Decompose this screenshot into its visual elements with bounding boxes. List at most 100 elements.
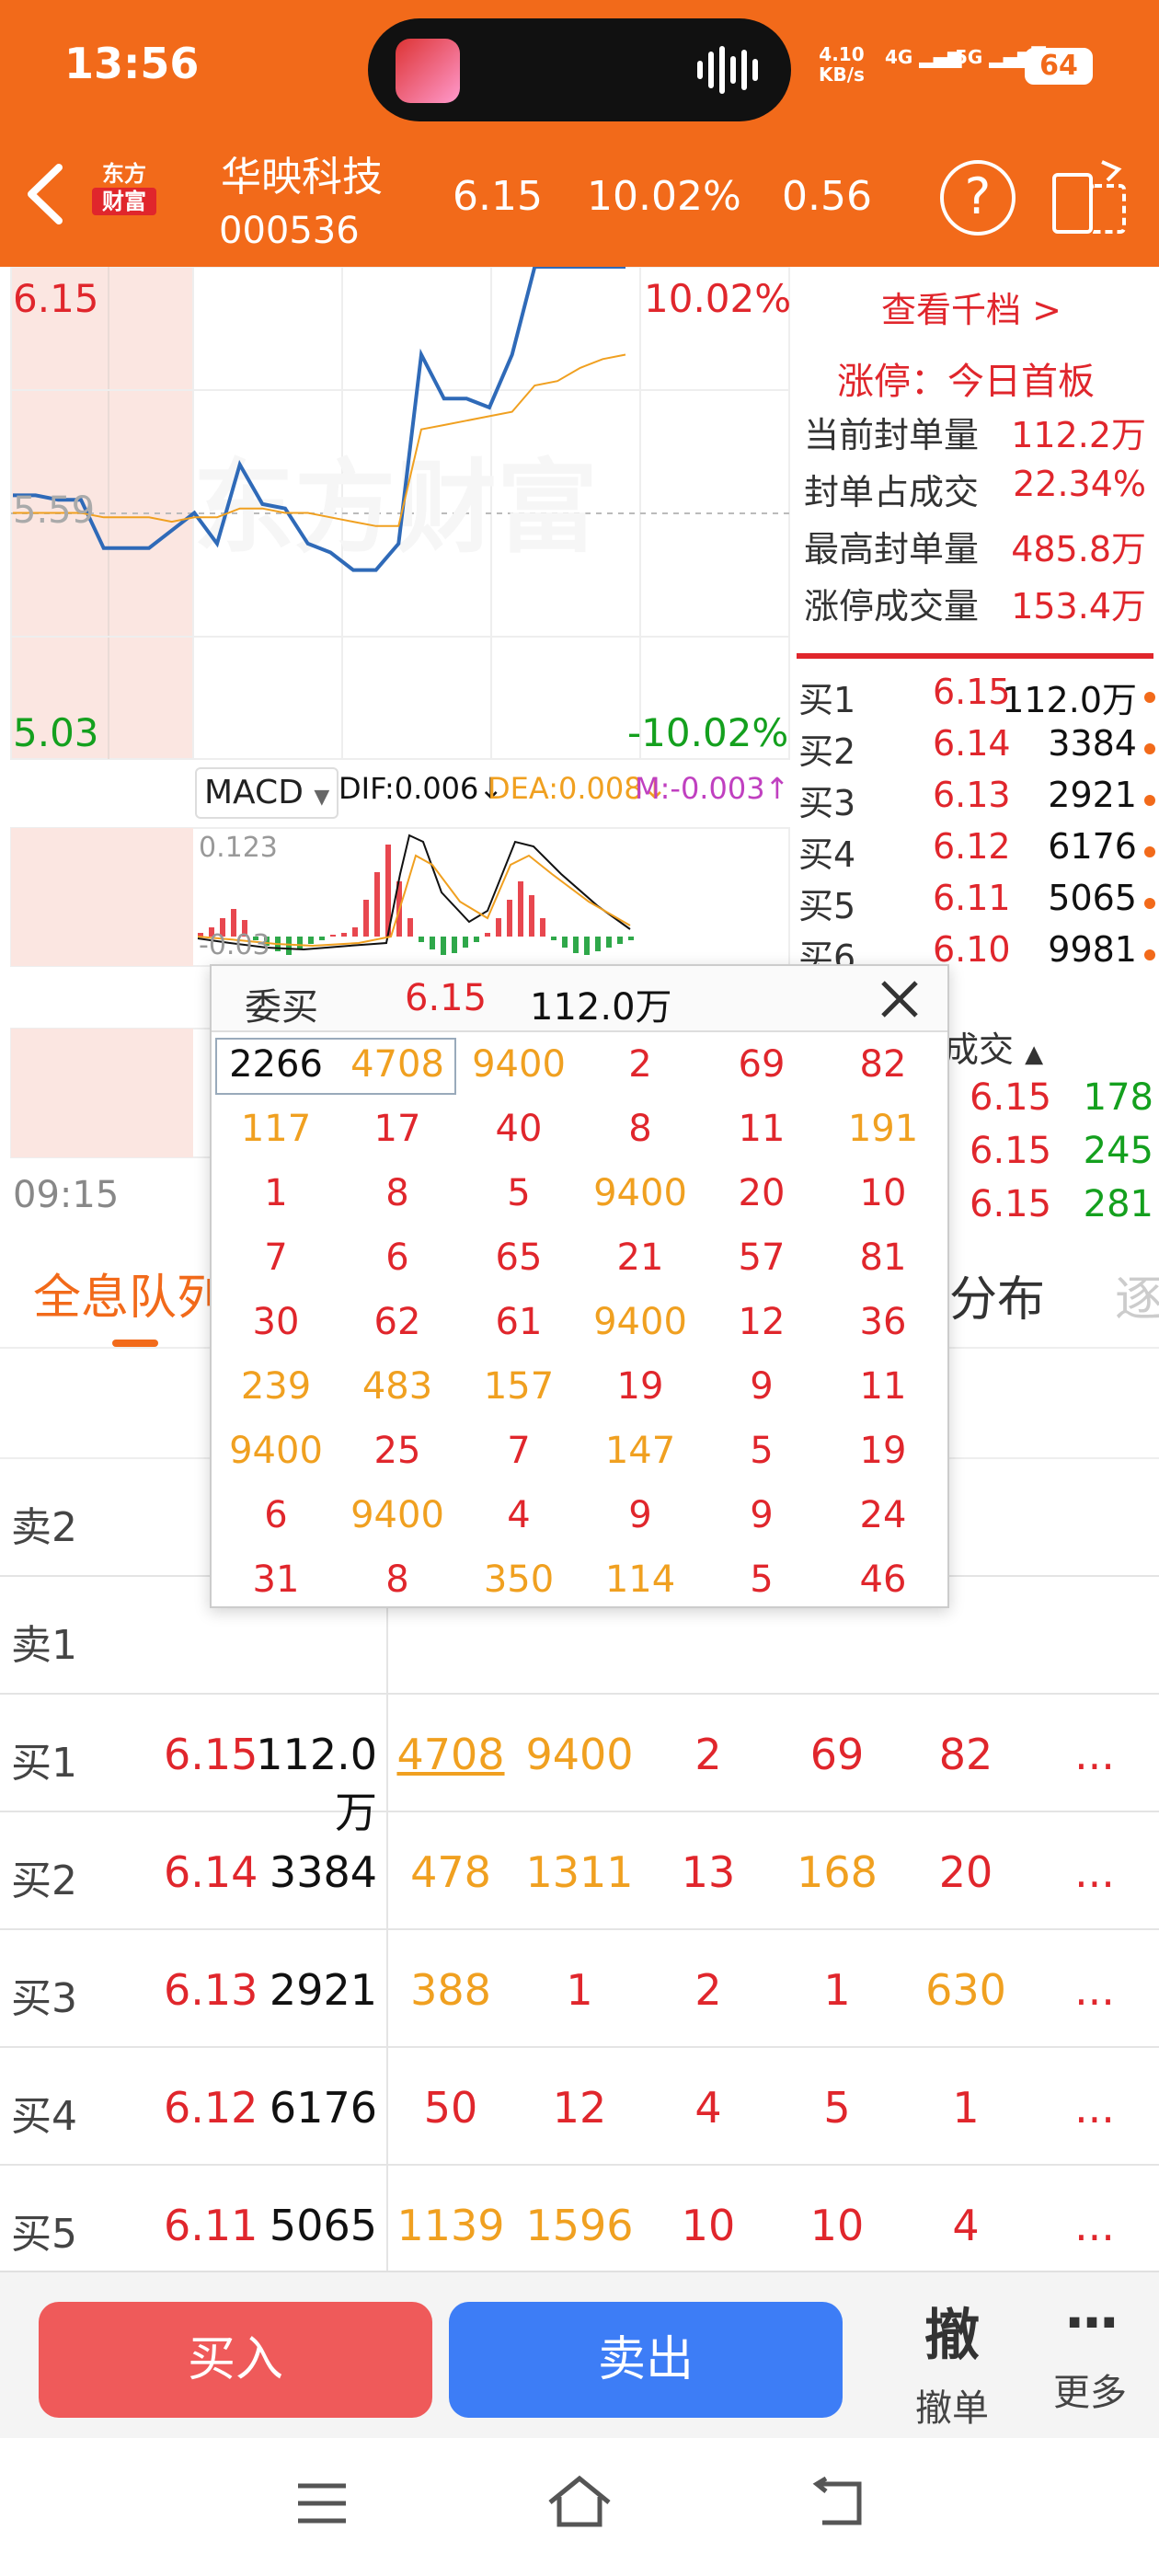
queue-row[interactable]: 买2 6.14 3384 478 1311 13 168 20... [0, 1812, 1159, 1930]
macd-bar [308, 937, 314, 944]
seal-row-value: 22.34% [1013, 464, 1146, 504]
queue-order: 1596 [525, 2201, 634, 2250]
more-orders-icon[interactable]: ... [1030, 1730, 1159, 1779]
popup-order-cell: 9 [628, 1494, 652, 1536]
orderbook-row: 买2 6.14 3384 [798, 723, 1155, 775]
switch-stock-icon[interactable] [1050, 158, 1130, 237]
queue-order: 1139 [396, 2201, 505, 2250]
brand-logo-line1: 东方 [102, 161, 146, 187]
queue-row[interactable]: 买4 6.12 6176 50 12 4 5 1... [0, 2048, 1159, 2166]
more-orders-icon[interactable]: ... [1030, 2083, 1159, 2133]
stock-code: 000536 [219, 210, 360, 252]
net-speed-unit: KB/s [819, 63, 865, 86]
ob-volume: 9981 [1048, 929, 1137, 970]
sell-button[interactable]: 卖出 [449, 2302, 843, 2418]
menu-icon[interactable] [296, 2480, 348, 2526]
more-orders-icon[interactable]: ... [1030, 1847, 1159, 1897]
ob-volume: 2921 [1048, 775, 1137, 815]
macd-bar [452, 937, 457, 953]
popup-order-cell: 82 [859, 1043, 907, 1086]
dynamic-island [368, 18, 791, 121]
macd-bar [463, 937, 468, 948]
order-queue-popup[interactable]: 委买 6.15 112.0万 2266 4708 9400 2 69 82 117 17 40 8… [210, 964, 949, 1608]
y-label-low: 5.03 [13, 710, 99, 755]
header-percent: 10.02% [587, 173, 741, 220]
macd-bar [584, 937, 590, 955]
cancel-order-button[interactable]: 撤 撤单 [883, 2291, 1021, 2432]
orderbook-row: 买5 6.11 5065 [798, 878, 1155, 929]
tab-distribution[interactable]: 分布 [949, 1260, 1045, 1329]
popup-order-cell: 40 [495, 1108, 543, 1150]
home-icon[interactable] [546, 2475, 613, 2530]
queue-order: 5 [823, 2083, 851, 2133]
action-bar: 买入 卖出 撤 撤单 ··· 更多 [0, 2271, 1159, 2438]
more-button[interactable]: ··· 更多 [1021, 2291, 1159, 2416]
popup-order-cell: 8 [628, 1108, 652, 1150]
queue-row-price: 6.14 [164, 1847, 258, 1897]
macd-bar [573, 937, 579, 953]
orderbook[interactable]: 买1 6.15 112.0万 买2 6.14 3384 买3 6.13 2921 买4 6.1… [791, 672, 1159, 975]
ob-label: 买4 [798, 834, 856, 875]
more-orders-icon[interactable]: ... [1030, 2201, 1159, 2250]
popup-order-cell: 21 [616, 1236, 664, 1279]
seal-row-value: 485.8万 [1011, 529, 1146, 569]
trade-price: 6.15 [970, 1183, 1052, 1225]
popup-order-cell: 6 [385, 1236, 409, 1279]
macd-bar [562, 937, 568, 948]
popup-order-cell: 20 [738, 1172, 786, 1214]
more-orders-icon[interactable]: ... [1030, 1965, 1159, 2015]
close-icon[interactable] [879, 979, 920, 1019]
back-arrow-icon[interactable] [24, 162, 66, 226]
macd-bar [628, 937, 634, 940]
queue-order: 82 [938, 1730, 993, 1779]
seal-row-label: 涨停成交量 [804, 586, 980, 627]
queue-row[interactable]: 买5 6.11 5065 1139 1596 10 10 4... [0, 2166, 1159, 2283]
queue-row[interactable]: 买3 6.13 2921 388 1 2 1 630... [0, 1930, 1159, 2048]
macd-bar [606, 937, 612, 948]
y-label-high: 6.15 [13, 276, 99, 321]
popup-header: 委买 6.15 112.0万 [212, 966, 947, 1032]
buy-button[interactable]: 买入 [39, 2302, 432, 2418]
ob-label: 买2 [798, 731, 856, 772]
popup-order-cell: 4 [507, 1494, 531, 1536]
dot-icon [1144, 743, 1155, 754]
popup-order-cell: 483 [361, 1365, 433, 1408]
popup-order-cell: 157 [483, 1365, 555, 1408]
tab-detail[interactable]: 逐 [1115, 1260, 1159, 1329]
macd-bar [430, 937, 435, 949]
popup-order-cell: 5 [750, 1558, 774, 1601]
popup-order-cell: 9400 [593, 1172, 687, 1214]
seal-row-value: 153.4万 [1011, 586, 1146, 627]
ob-price: 6.15 [933, 672, 1011, 712]
ob-label: 买3 [798, 783, 856, 823]
m-value: M:-0.003↑ [635, 771, 790, 806]
popup-order-cell: 8 [385, 1172, 409, 1214]
macd-bar [319, 937, 325, 940]
popup-order-cell: 36 [859, 1301, 907, 1343]
trades-title[interactable]: 成交 ▲ [944, 1021, 1043, 1072]
popup-order-cell: 2266 [229, 1043, 323, 1086]
queue-order: 10 [681, 2201, 736, 2250]
tab-indicator [112, 1340, 158, 1347]
queue-row[interactable]: 买1 6.15 112.0万 4708 9400 2 69 82... [0, 1695, 1159, 1837]
popup-order-cell: 9400 [472, 1043, 566, 1086]
battery-icon: 64 [1025, 48, 1093, 85]
back-nav-icon[interactable] [809, 2477, 865, 2528]
help-icon[interactable]: ? [940, 160, 1016, 236]
dot-icon [1144, 949, 1155, 960]
ob-price: 6.12 [933, 826, 1011, 867]
macd-bar [341, 933, 347, 937]
queue-order: 2 [694, 1730, 722, 1779]
macd-indicator-select[interactable]: MACD ▼ [195, 767, 339, 819]
queue-row-label: 卖2 [11, 1504, 77, 1551]
popup-order-cell: 117 [240, 1108, 312, 1150]
macd-bar [474, 937, 479, 942]
macd-bar [540, 918, 545, 937]
queue-row-label: 买4 [11, 2093, 77, 2140]
popup-order-cell: 1 [264, 1172, 288, 1214]
time-label-start: 09:15 [13, 1174, 120, 1216]
queue-row-volume: 6176 [269, 2083, 377, 2133]
popup-order-cell: 2 [628, 1043, 652, 1086]
tab-queue[interactable]: 全息队列 [33, 1259, 224, 1328]
view-depth-link[interactable]: 查看千档 > [881, 282, 1061, 332]
